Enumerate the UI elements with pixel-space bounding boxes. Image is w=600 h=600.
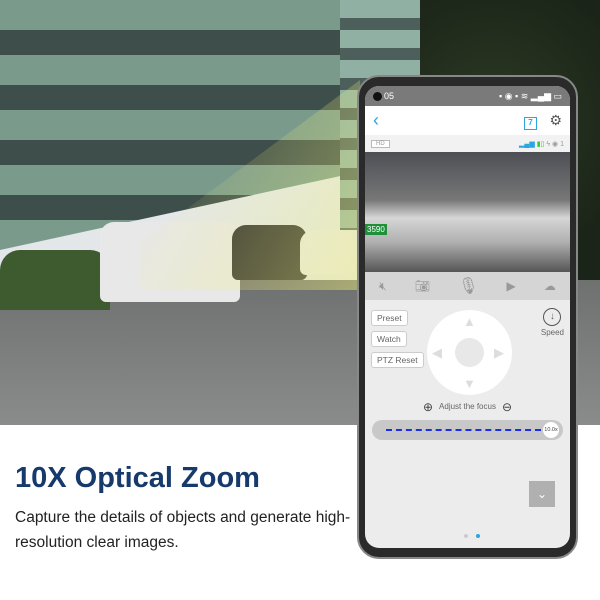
- zoom-in-icon[interactable]: ⊕: [423, 400, 433, 414]
- microphone-icon[interactable]: 🎙︎: [458, 276, 478, 296]
- arrow-down-icon[interactable]: ▼: [463, 376, 476, 391]
- arrow-right-icon[interactable]: ▶: [494, 345, 504, 361]
- pagination: [460, 525, 484, 543]
- cloud-icon[interactable]: ☁: [544, 279, 556, 293]
- mute-icon[interactable]: 🔇︎: [379, 279, 387, 294]
- page-dot[interactable]: [464, 534, 468, 538]
- battery-icon: ▮▯: [536, 140, 545, 148]
- gauge-icon: ↓: [543, 308, 562, 326]
- info-bar: HD ▂▄▆ ▮▯ ϟ ◉ 1: [365, 135, 570, 152]
- headline: 10X Optical Zoom: [15, 462, 260, 494]
- status-bar: 05 ▪ ◉ ▪ ≋ ▂▄▆ ▭: [365, 86, 570, 106]
- signal-icon: ▂▄▆: [519, 140, 535, 148]
- camera-hole: [373, 92, 382, 102]
- app-screen: 05 ▪ ◉ ▪ ≋ ▂▄▆ ▭ ‹ 7 ⚙ HD ▂▄▆ ▮▯ ϟ ◉ 1 3…: [365, 86, 570, 548]
- app-header: ‹ 7 ⚙: [365, 106, 570, 135]
- page-dot-active[interactable]: [476, 534, 480, 538]
- pad-center: [455, 338, 484, 367]
- zoom-out-icon[interactable]: ⊖: [502, 400, 512, 414]
- slider-thumb[interactable]: 10.0x: [543, 422, 559, 438]
- preset-button[interactable]: Preset: [371, 310, 408, 326]
- arrow-up-icon[interactable]: ▲: [463, 314, 476, 329]
- quality-badge[interactable]: HD: [371, 139, 390, 148]
- ptz-controls: Preset Watch PTZ Reset ▲ ▼ ◀ ▶ ↓ Speed ⊕…: [365, 300, 570, 548]
- status-time: 05: [384, 90, 395, 101]
- chevron-down-icon[interactable]: ⌄: [529, 481, 555, 507]
- viewer-count: 1: [560, 140, 564, 148]
- watch-button[interactable]: Watch: [371, 331, 407, 347]
- gear-icon[interactable]: ⚙: [549, 112, 562, 128]
- record-icon[interactable]: ▶: [507, 279, 516, 293]
- calendar-icon[interactable]: 7: [523, 116, 537, 130]
- status-icons: ▪ ◉ ▪ ≋ ▂▄▆ ▭: [499, 90, 562, 101]
- zoom-slider[interactable]: 10.0x: [372, 420, 563, 440]
- direction-pad: ▲ ▼ ◀ ▶: [427, 310, 512, 395]
- video-feed[interactable]: 3590: [365, 152, 570, 272]
- slider-track: [386, 429, 541, 431]
- phone: 05 ▪ ◉ ▪ ≋ ▂▄▆ ▭ ‹ 7 ⚙ HD ▂▄▆ ▮▯ ϟ ◉ 1 3…: [357, 75, 578, 559]
- snapshot-icon[interactable]: 📷︎: [415, 279, 430, 293]
- arrow-left-icon[interactable]: ◀: [432, 345, 442, 361]
- focus-control: ⊕ Adjust the focus ⊖: [365, 400, 570, 414]
- speed-button[interactable]: ↓ Speed: [541, 308, 564, 337]
- video-toolbar: 🔇︎ 📷︎ 🎙︎ ▶ ☁: [365, 272, 570, 300]
- ptz-reset-button[interactable]: PTZ Reset: [371, 352, 424, 368]
- focus-label: Adjust the focus: [439, 402, 496, 412]
- chevron-left-icon[interactable]: ‹: [373, 110, 379, 131]
- speed-label: Speed: [540, 328, 564, 337]
- subtext: Capture the details of objects and gener…: [15, 509, 351, 551]
- license-plate: 3590: [365, 224, 387, 235]
- eye-icon: ◉: [552, 140, 559, 148]
- hedge: [0, 250, 110, 310]
